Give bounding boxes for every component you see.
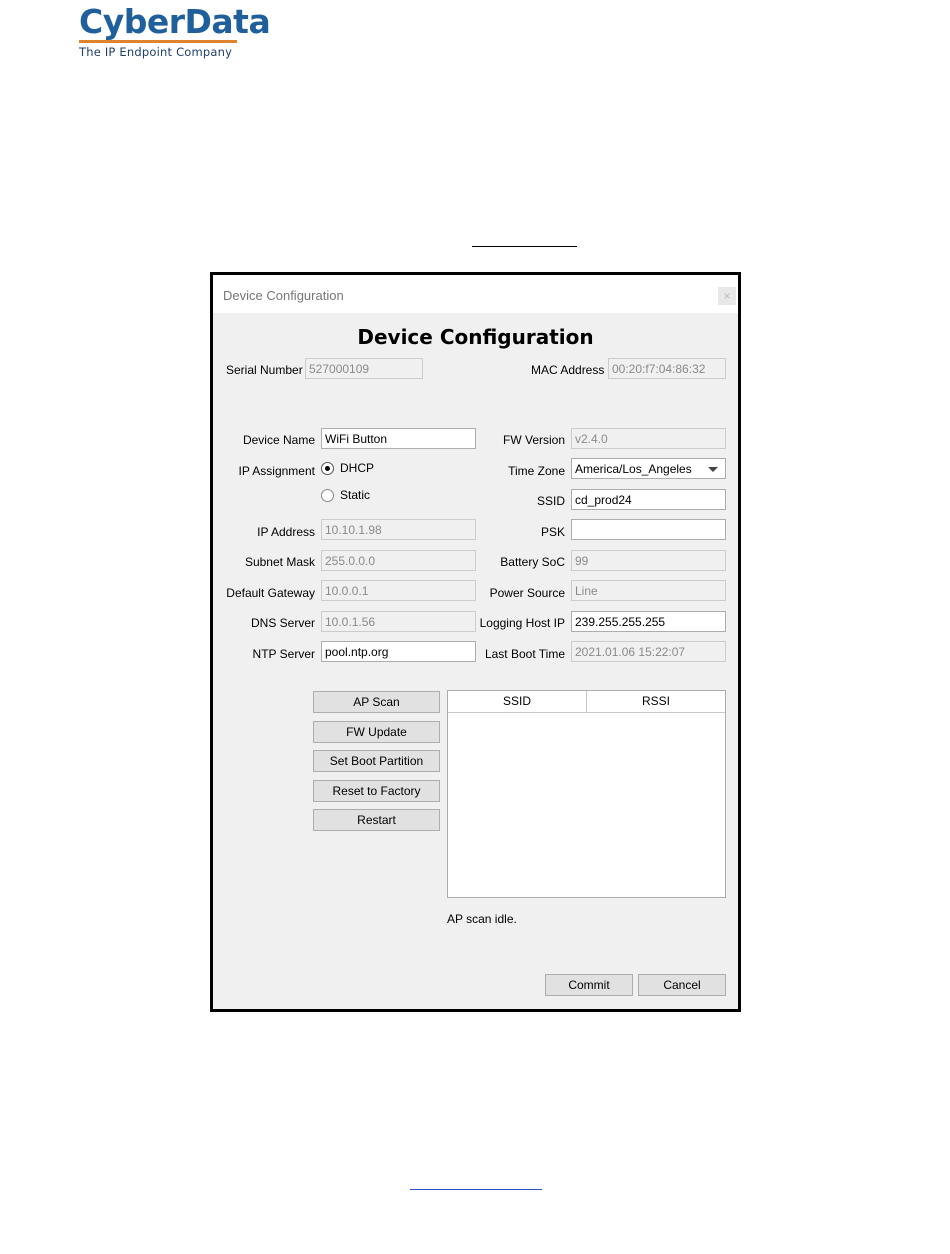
dns-server-field: 10.0.1.56	[321, 611, 476, 632]
ap-scan-button[interactable]: AP Scan	[313, 691, 440, 713]
column-header-rssi[interactable]: RSSI	[587, 691, 725, 712]
close-button[interactable]: ×	[718, 287, 736, 305]
fw-version-field: v2.4.0	[571, 428, 726, 449]
ssid-input[interactable]: cd_prod24	[571, 489, 726, 510]
document-link-underline	[410, 1189, 542, 1190]
mac-address-field: 00:20:f7:04:86:32	[608, 358, 726, 379]
restart-button[interactable]: Restart	[313, 809, 440, 831]
dhcp-radio-label: DHCP	[340, 461, 375, 475]
ip-assignment-label: IP Assignment	[238, 464, 316, 478]
document-rule-top	[472, 246, 577, 247]
last-boot-time-field: 2021.01.06 15:22:07	[571, 641, 726, 662]
power-source-label: Power Source	[489, 586, 565, 600]
device-configuration-dialog: Device Configuration × Device Configurat…	[210, 272, 741, 1012]
serial-number-label: Serial Number	[226, 363, 303, 377]
window-title: Device Configuration	[223, 288, 344, 303]
ip-address-field: 10.10.1.98	[321, 519, 476, 540]
logo-tagline: The IP Endpoint Company	[79, 45, 233, 59]
ip-address-label: IP Address	[257, 525, 315, 539]
logo-underline	[79, 40, 237, 43]
title-bar: Device Configuration ×	[213, 275, 738, 313]
psk-input[interactable]	[571, 519, 726, 540]
mac-address-label: MAC Address	[531, 363, 605, 377]
cancel-button[interactable]: Cancel	[638, 974, 726, 996]
static-radio-label: Static	[340, 488, 371, 502]
ap-scan-results-table[interactable]: SSID RSSI	[447, 690, 726, 898]
subnet-mask-field: 255.0.0.0	[321, 550, 476, 571]
cyberdata-logo: CyberData The IP Endpoint Company	[79, 2, 271, 59]
commit-button[interactable]: Commit	[545, 974, 633, 996]
last-boot-time-label: Last Boot Time	[484, 647, 565, 661]
ntp-server-label: NTP Server	[252, 647, 315, 661]
reset-to-factory-button[interactable]: Reset to Factory	[313, 780, 440, 802]
ntp-server-input[interactable]: pool.ntp.org	[321, 641, 476, 662]
dhcp-radio[interactable]: DHCP	[321, 461, 374, 475]
battery-soc-label: Battery SoC	[500, 555, 565, 569]
static-radio[interactable]: Static	[321, 488, 370, 502]
device-name-input[interactable]: WiFi Button	[321, 428, 476, 449]
psk-label: PSK	[540, 525, 565, 539]
time-zone-label: Time Zone	[508, 464, 565, 478]
time-zone-select[interactable]: America/Los_Angeles	[571, 458, 726, 479]
battery-soc-field: 99	[571, 550, 726, 571]
default-gateway-label: Default Gateway	[226, 586, 315, 600]
fw-update-button[interactable]: FW Update	[313, 721, 440, 743]
fw-version-label: FW Version	[502, 433, 565, 447]
subnet-mask-label: Subnet Mask	[244, 555, 315, 569]
dhcp-radio-indicator[interactable]	[321, 461, 334, 475]
device-name-label: Device Name	[242, 433, 315, 447]
time-zone-value: America/Los_Angeles	[575, 462, 692, 476]
logging-host-ip-label: Logging Host IP	[479, 616, 565, 630]
power-source-field: Line	[571, 580, 726, 601]
column-header-ssid[interactable]: SSID	[448, 691, 587, 712]
static-radio-indicator[interactable]	[321, 488, 334, 502]
dns-server-label: DNS Server	[250, 616, 315, 630]
chevron-down-icon[interactable]	[708, 467, 718, 472]
ssid-label: SSID	[536, 494, 565, 508]
logging-host-ip-input[interactable]: 239.255.255.255	[571, 611, 726, 632]
set-boot-partition-button[interactable]: Set Boot Partition	[313, 750, 440, 772]
logo-wordmark: CyberData	[79, 2, 271, 41]
default-gateway-field: 10.0.0.1	[321, 580, 476, 601]
serial-number-field: 527000109	[305, 358, 423, 379]
dialog-heading: Device Configuration	[357, 325, 594, 349]
table-header: SSID RSSI	[448, 691, 725, 713]
scan-status-text: AP scan idle.	[447, 912, 517, 926]
